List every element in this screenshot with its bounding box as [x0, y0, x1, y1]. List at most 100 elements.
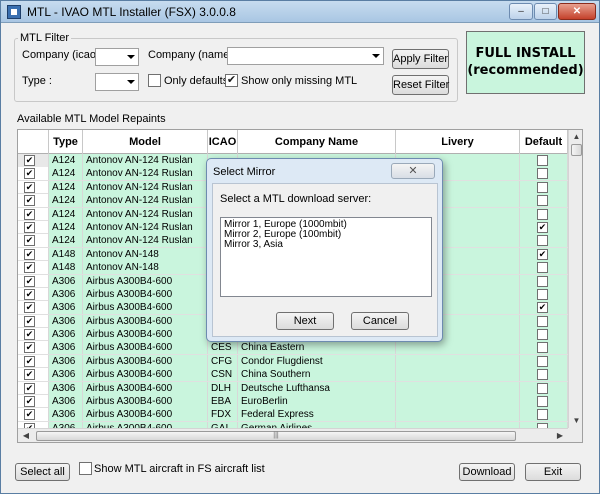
- row-select-checkbox[interactable]: ✔: [24, 195, 35, 207]
- model-cell[interactable]: Airbus A300B4-600: [83, 381, 208, 395]
- row-default-checkbox[interactable]: [537, 181, 548, 193]
- type-cell[interactable]: A306: [49, 341, 83, 355]
- model-cell[interactable]: Antonov AN-124 Ruslan: [83, 167, 208, 181]
- table-row[interactable]: ✔ A306 Airbus A300B4-600 CFG Condor Flugdien…: [18, 354, 568, 369]
- row-default-checkbox[interactable]: [537, 396, 548, 408]
- row-default-checkbox[interactable]: ✔: [537, 248, 548, 260]
- horizontal-scroll-thumb[interactable]: |||: [36, 431, 516, 441]
- maximize-button[interactable]: □: [534, 3, 557, 20]
- model-cell[interactable]: Airbus A300B4-600: [83, 301, 208, 315]
- livery-cell[interactable]: [396, 354, 520, 368]
- row-select-checkbox[interactable]: ✔: [24, 221, 35, 233]
- company-icao-select[interactable]: [95, 48, 139, 66]
- type-cell[interactable]: A306: [49, 395, 83, 409]
- model-cell[interactable]: Airbus A300B4-600: [83, 274, 208, 288]
- download-button[interactable]: Download: [459, 463, 515, 481]
- row-default-checkbox[interactable]: [537, 262, 548, 274]
- type-cell[interactable]: A124: [49, 154, 83, 167]
- row-default-checkbox[interactable]: ✔: [537, 302, 548, 314]
- type-cell[interactable]: A124: [49, 167, 83, 181]
- row-select-checkbox[interactable]: ✔: [24, 155, 35, 166]
- title-bar[interactable]: MTL - IVAO MTL Installer (FSX) 3.0.0.8 –…: [1, 1, 599, 23]
- minimize-button[interactable]: –: [509, 3, 533, 20]
- row-select-checkbox[interactable]: ✔: [24, 235, 35, 247]
- row-default-checkbox[interactable]: [537, 315, 548, 327]
- next-button[interactable]: Next: [276, 312, 334, 330]
- row-select-checkbox[interactable]: ✔: [24, 168, 35, 180]
- row-select-checkbox[interactable]: ✔: [24, 181, 35, 193]
- vertical-scroll-thumb[interactable]: [571, 144, 582, 156]
- row-select-checkbox[interactable]: ✔: [24, 409, 35, 421]
- row-select-checkbox[interactable]: ✔: [24, 302, 35, 314]
- type-cell[interactable]: A306: [49, 368, 83, 382]
- type-cell[interactable]: A306: [49, 354, 83, 368]
- icao-cell[interactable]: CSN: [208, 368, 238, 382]
- model-cell[interactable]: Airbus A300B4-600: [83, 314, 208, 328]
- livery-cell[interactable]: [396, 341, 520, 355]
- model-cell[interactable]: Antonov AN-148: [83, 261, 208, 275]
- header-select[interactable]: [18, 130, 49, 154]
- row-select-checkbox[interactable]: ✔: [24, 382, 35, 394]
- icao-cell[interactable]: DLH: [208, 381, 238, 395]
- livery-cell[interactable]: [396, 381, 520, 395]
- type-cell[interactable]: A306: [49, 274, 83, 288]
- select-all-button[interactable]: Select all: [15, 463, 70, 481]
- row-select-checkbox[interactable]: ✔: [24, 369, 35, 381]
- show-only-missing-checkbox[interactable]: ✔: [225, 74, 238, 87]
- row-select-checkbox[interactable]: ✔: [24, 396, 35, 408]
- table-row[interactable]: ✔ A306 Airbus A300B4-600 CES China Eastern: [18, 341, 568, 355]
- close-window-button[interactable]: ✕: [558, 3, 596, 20]
- mirror-listbox[interactable]: Mirror 1, Europe (1000mbit) Mirror 2, Eu…: [220, 217, 432, 297]
- type-cell[interactable]: A124: [49, 180, 83, 194]
- table-row[interactable]: ✔ A306 Airbus A300B4-600 FDX Federal Express: [18, 408, 568, 422]
- mirror-option-3[interactable]: Mirror 3, Asia: [221, 240, 431, 250]
- row-default-checkbox[interactable]: [537, 329, 548, 341]
- company-cell[interactable]: China Southern: [238, 368, 396, 382]
- model-cell[interactable]: Airbus A300B4-600: [83, 368, 208, 382]
- table-row[interactable]: ✔ A306 Airbus A300B4-600 CSN China Southern: [18, 368, 568, 382]
- header-company-name[interactable]: Company Name: [238, 130, 396, 154]
- company-cell[interactable]: Deutsche Lufthansa: [238, 381, 396, 395]
- row-default-checkbox[interactable]: [537, 195, 548, 207]
- header-type[interactable]: Type: [49, 130, 83, 154]
- type-cell[interactable]: A306: [49, 408, 83, 422]
- icao-cell[interactable]: CES: [208, 341, 238, 355]
- icao-cell[interactable]: CFG: [208, 354, 238, 368]
- row-default-checkbox[interactable]: ✔: [537, 221, 548, 233]
- type-cell[interactable]: A124: [49, 194, 83, 208]
- scroll-left-icon[interactable]: ◀: [20, 430, 32, 442]
- row-default-checkbox[interactable]: [537, 409, 548, 421]
- model-cell[interactable]: Antonov AN-124 Ruslan: [83, 234, 208, 248]
- model-cell[interactable]: Antonov AN-124 Ruslan: [83, 207, 208, 221]
- type-cell[interactable]: A306: [49, 314, 83, 328]
- type-cell[interactable]: A124: [49, 207, 83, 221]
- row-default-checkbox[interactable]: [537, 168, 548, 180]
- cancel-button[interactable]: Cancel: [351, 312, 409, 330]
- company-cell[interactable]: EuroBerlin: [238, 395, 396, 409]
- row-select-checkbox[interactable]: ✔: [24, 248, 35, 260]
- row-default-checkbox[interactable]: [537, 369, 548, 381]
- row-select-checkbox[interactable]: ✔: [24, 355, 35, 367]
- row-default-checkbox[interactable]: [537, 342, 548, 354]
- type-cell[interactable]: A124: [49, 234, 83, 248]
- livery-cell[interactable]: [396, 368, 520, 382]
- company-cell[interactable]: Federal Express: [238, 408, 396, 422]
- model-cell[interactable]: Airbus A300B4-600: [83, 328, 208, 342]
- row-select-checkbox[interactable]: ✔: [24, 315, 35, 327]
- row-default-checkbox[interactable]: [537, 155, 548, 166]
- model-cell[interactable]: Antonov AN-124 Ruslan: [83, 220, 208, 234]
- row-select-checkbox[interactable]: ✔: [24, 329, 35, 341]
- model-cell[interactable]: Antonov AN-124 Ruslan: [83, 180, 208, 194]
- header-icao[interactable]: ICAO: [208, 130, 238, 154]
- type-select[interactable]: [95, 73, 139, 91]
- model-cell[interactable]: Airbus A300B4-600: [83, 287, 208, 301]
- horizontal-scrollbar[interactable]: ◀ ||| ▶: [18, 428, 568, 442]
- table-row[interactable]: ✔ A306 Airbus A300B4-600 EBA EuroBerlin: [18, 395, 568, 409]
- header-default[interactable]: Default: [520, 130, 568, 154]
- type-cell[interactable]: A306: [49, 287, 83, 301]
- model-cell[interactable]: Antonov AN-148: [83, 247, 208, 261]
- row-select-checkbox[interactable]: ✔: [24, 262, 35, 274]
- row-select-checkbox[interactable]: ✔: [24, 208, 35, 220]
- row-default-checkbox[interactable]: [537, 235, 548, 247]
- row-select-checkbox[interactable]: ✔: [24, 288, 35, 300]
